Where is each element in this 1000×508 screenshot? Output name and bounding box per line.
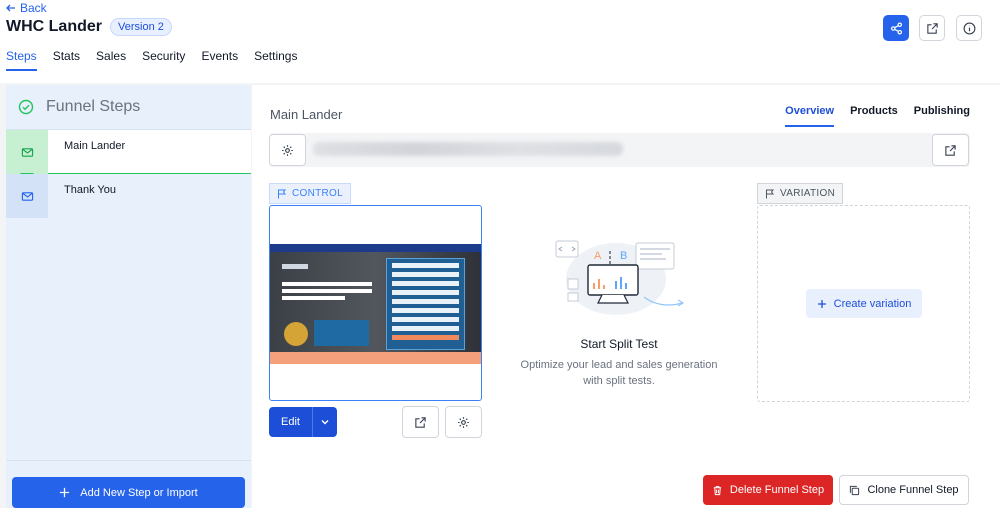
preview-form <box>386 258 465 350</box>
step-url-blurred <box>313 142 623 156</box>
step-icon-box <box>6 174 48 218</box>
sidebar-item-main-lander[interactable]: Main Lander <box>6 130 251 181</box>
split-test-subtitle: Optimize your lead and sales generation … <box>520 359 718 387</box>
variation-placeholder: Create variation <box>757 205 970 402</box>
tab-products[interactable]: Products <box>850 105 898 127</box>
share-icon <box>890 22 902 34</box>
preview-settings-button[interactable] <box>445 406 482 438</box>
arrow-left-icon <box>6 4 15 12</box>
split-test-illustration: A B <box>555 240 685 315</box>
edit-button-group: Edit <box>269 407 337 437</box>
mail-icon <box>21 147 33 157</box>
step-settings-button[interactable] <box>269 134 306 166</box>
url-row <box>269 133 970 167</box>
tab-security[interactable]: Security <box>142 49 185 71</box>
external-link-icon <box>945 144 956 156</box>
tab-steps[interactable]: Steps <box>6 49 37 71</box>
chevron-down-icon <box>321 420 329 425</box>
funnel-steps-sidebar: Funnel Steps Main Lander Thank You Add N… <box>6 85 251 508</box>
trash-icon <box>713 485 722 495</box>
sidebar-item-label: Main Lander <box>64 140 126 152</box>
step-name: Main Lander <box>270 107 343 122</box>
check-circle-icon <box>18 99 34 115</box>
back-link[interactable]: Back <box>6 1 47 15</box>
info-button[interactable] <box>956 15 982 41</box>
variation-tag: VARIATION <box>757 183 844 204</box>
tab-settings[interactable]: Settings <box>254 49 297 71</box>
preview-top-bar <box>270 244 481 252</box>
tab-publishing[interactable]: Publishing <box>914 105 970 127</box>
preview-open-button[interactable] <box>402 406 439 438</box>
split-test-title: Start Split Test <box>580 337 658 351</box>
sidebar-header: Funnel Steps <box>6 85 251 130</box>
back-label[interactable]: Back <box>20 1 47 15</box>
preview-offer-box <box>314 320 369 346</box>
flag-icon <box>766 189 774 198</box>
add-step-label: Add New Step or Import <box>80 486 198 499</box>
page-title: WHC Lander <box>6 18 102 35</box>
preview-footer <box>270 352 481 364</box>
main-tabs: Steps Stats Sales Security Events Settin… <box>6 49 297 71</box>
svg-text:A: A <box>594 250 602 262</box>
sidebar-item-label: Thank You <box>64 184 116 196</box>
share-button[interactable] <box>883 15 909 41</box>
open-step-url-button[interactable] <box>932 134 969 166</box>
flag-icon <box>278 189 286 198</box>
tab-stats[interactable]: Stats <box>53 49 80 71</box>
edit-button[interactable]: Edit <box>269 407 313 437</box>
step-content-panel: Main Lander Overview Products Publishing… <box>252 85 1000 508</box>
preview-seal <box>284 322 308 346</box>
preview-headline <box>282 282 372 306</box>
gear-icon <box>458 416 469 428</box>
delete-funnel-step-button[interactable]: Delete Funnel Step <box>703 475 833 505</box>
copy-icon <box>850 485 860 495</box>
step-icon-box <box>6 130 48 174</box>
control-tag-label: CONTROL <box>292 188 343 199</box>
tab-sales[interactable]: Sales <box>96 49 126 71</box>
sidebar-item-thank-you[interactable]: Thank You <box>6 174 251 218</box>
add-step-button[interactable]: Add New Step or Import <box>12 477 245 508</box>
svg-text:B: B <box>620 250 627 262</box>
plus-icon <box>817 299 826 308</box>
title-row: WHC Lander Version 2 <box>6 18 172 36</box>
control-tag: CONTROL <box>269 183 351 204</box>
mail-icon <box>21 191 33 201</box>
create-variation-button[interactable]: Create variation <box>806 289 922 318</box>
delete-label: Delete Funnel Step <box>729 484 825 496</box>
version-badge: Version 2 <box>110 18 172 36</box>
sidebar-divider <box>6 460 251 461</box>
control-page-preview[interactable] <box>269 205 482 401</box>
info-icon <box>963 22 975 34</box>
external-link-icon <box>926 22 938 34</box>
edit-dropdown-button[interactable] <box>313 407 337 437</box>
tab-overview[interactable]: Overview <box>785 105 835 127</box>
tab-events[interactable]: Events <box>201 49 238 71</box>
clone-funnel-step-button[interactable]: Clone Funnel Step <box>839 475 969 505</box>
create-variation-label: Create variation <box>833 297 912 310</box>
clone-label: Clone Funnel Step <box>867 484 959 496</box>
preview-logo <box>282 264 308 269</box>
external-link-icon <box>415 416 426 428</box>
variation-tag-label: VARIATION <box>780 188 836 199</box>
preview-hero <box>270 252 481 352</box>
open-external-button[interactable] <box>919 15 945 41</box>
sidebar-title: Funnel Steps <box>46 98 141 115</box>
gear-icon <box>282 144 293 156</box>
step-tabs: Overview Products Publishing <box>785 105 970 127</box>
plus-icon <box>60 487 70 498</box>
